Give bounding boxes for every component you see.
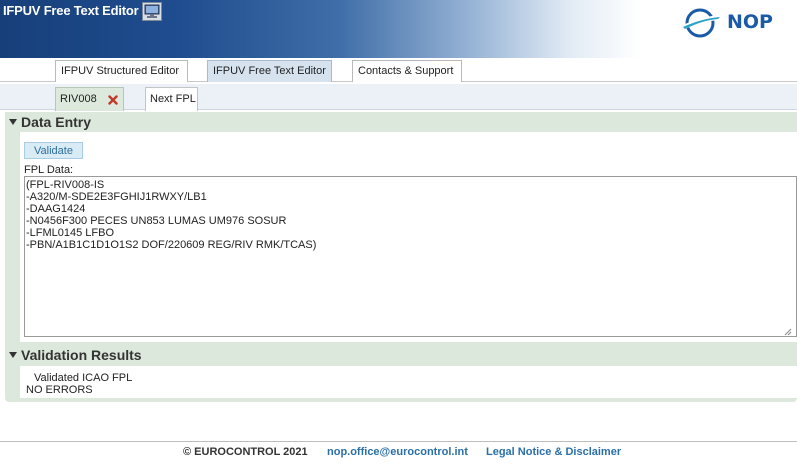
- fpl-data-textarea[interactable]: (FPL-RIV008-IS -A320/M-SDE2E3FGHIJ1RWXY/…: [24, 176, 797, 337]
- subtab-riv008[interactable]: RIV008: [55, 87, 124, 111]
- subtab-next-fpl[interactable]: Next FPL: [145, 87, 198, 111]
- validation-results-header[interactable]: Validation Results: [5, 347, 792, 367]
- nop-logo: NOP: [679, 6, 789, 40]
- footer-divider: [0, 441, 797, 442]
- validation-value: NO ERRORS: [26, 384, 93, 396]
- main-tabbar: IFPUV Structured Editor IFPUV Free Text …: [0, 58, 797, 82]
- data-entry-heading: Data Entry: [21, 114, 92, 130]
- fpl-data-label: FPL Data:: [24, 164, 74, 176]
- validation-results-heading: Validation Results: [21, 347, 142, 363]
- monitor-icon[interactable]: [142, 2, 162, 21]
- data-entry-section: Validate FPL Data: (FPL-RIV008-IS -A320/…: [20, 132, 797, 342]
- subtab-label: RIV008: [60, 93, 97, 105]
- collapse-triangle-icon[interactable]: [9, 119, 17, 126]
- logo-text: NOP: [727, 11, 773, 33]
- footer-legal-link[interactable]: Legal Notice & Disclaimer: [486, 446, 621, 458]
- nop-logo-icon: [681, 8, 721, 38]
- app-title: IFPUV Free Text Editor: [3, 3, 139, 18]
- tab-structured-editor[interactable]: IFPUV Structured Editor: [55, 60, 188, 82]
- data-entry-header[interactable]: Data Entry: [5, 114, 792, 134]
- resize-grip-icon[interactable]: [784, 328, 792, 336]
- footer-email-link[interactable]: nop.office@eurocontrol.int: [327, 446, 468, 458]
- validation-title: Validated ICAO FPL: [34, 372, 133, 384]
- close-icon[interactable]: [108, 95, 118, 105]
- validate-button[interactable]: Validate: [24, 142, 83, 159]
- tab-contacts-support[interactable]: Contacts & Support: [352, 60, 462, 82]
- footer-copyright: © EUROCONTROL 2021: [183, 446, 308, 458]
- validation-results-section: Validated ICAO FPL NO ERRORS: [20, 366, 797, 398]
- app-header: IFPUV Free Text Editor NOP: [0, 0, 797, 58]
- footer: © EUROCONTROL 2021 nop.office@eurocontro…: [0, 446, 797, 460]
- tab-free-text-editor[interactable]: IFPUV Free Text Editor: [207, 60, 332, 82]
- fpl-subtabs: RIV008 Next FPL: [0, 84, 797, 111]
- collapse-triangle-icon[interactable]: [9, 352, 17, 359]
